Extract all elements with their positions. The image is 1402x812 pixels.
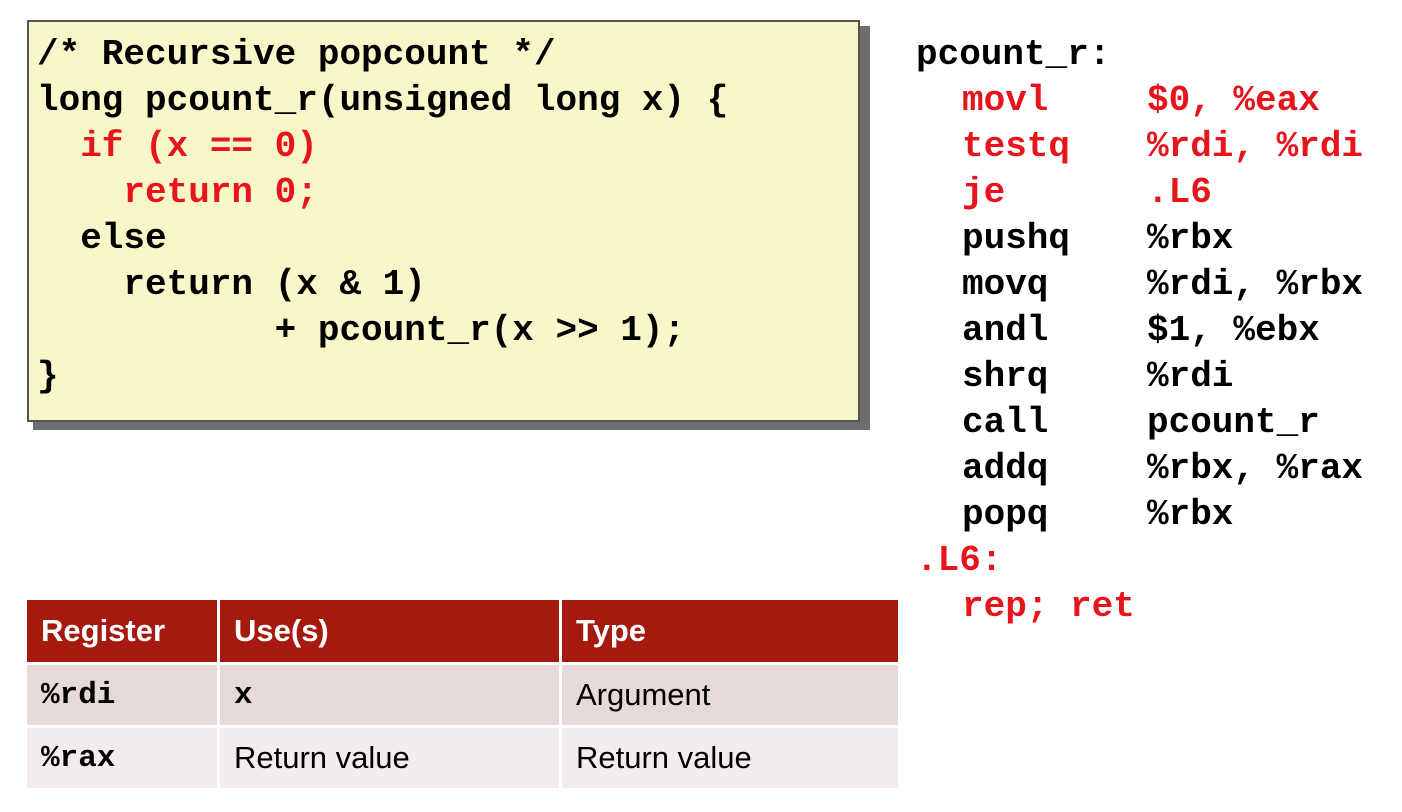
- asm-opcode: popq: [962, 494, 1049, 535]
- asm-instruction: testq %rdi, %rdi: [962, 124, 1363, 170]
- c-code-line: long pcount_r(unsigned long x) {: [37, 80, 729, 121]
- column-header-uses: Use(s): [218, 600, 562, 665]
- asm-instruction: popq %rbx: [962, 492, 1233, 538]
- asm-operands: $1, %ebx: [1147, 310, 1320, 351]
- asm-operands: pcount_r: [1147, 402, 1320, 443]
- c-code-line-highlighted: if (x == 0): [37, 126, 318, 167]
- type-cell: Argument: [560, 663, 898, 728]
- c-code-line: else: [37, 218, 167, 259]
- asm-operands: %rbx, %rax: [1147, 448, 1364, 489]
- asm-instruction: movl $0, %eax: [962, 78, 1320, 124]
- asm-instruction: andl $1, %ebx: [962, 308, 1320, 354]
- register-table: Register Use(s) Type %rdi x Argument %ra…: [27, 600, 898, 791]
- asm-instruction: movq %rdi, %rbx: [962, 262, 1363, 308]
- c-code-line: return (x & 1): [37, 264, 426, 305]
- asm-operands: %rdi, %rbx: [1147, 264, 1364, 305]
- asm-opcode: je: [962, 172, 1006, 213]
- asm-opcode: shrq: [962, 356, 1049, 397]
- asm-instruction: shrq %rdi: [962, 354, 1233, 400]
- register-cell: %rax: [27, 726, 220, 791]
- column-header-type: Type: [560, 600, 898, 665]
- register-cell: %rdi: [27, 663, 220, 728]
- asm-operands: %rbx: [1147, 218, 1234, 259]
- type-cell: Return value: [560, 726, 898, 791]
- asm-operands: $0, %eax: [1147, 80, 1320, 121]
- asm-function-label: pcount_r:: [916, 34, 1111, 75]
- asm-return-instruction: rep; ret: [962, 586, 1135, 627]
- asm-operands: %rdi: [1147, 356, 1234, 397]
- asm-instruction: addq %rbx, %rax: [962, 446, 1363, 492]
- asm-opcode: call: [962, 402, 1049, 443]
- table-header-row: Register Use(s) Type: [27, 600, 898, 665]
- asm-branch-label: .L6:: [916, 540, 1003, 581]
- asm-opcode: testq: [962, 126, 1071, 167]
- asm-instruction: call pcount_r: [962, 400, 1320, 446]
- asm-operands: %rbx: [1147, 494, 1234, 535]
- asm-instruction: je .L6: [962, 170, 1212, 216]
- asm-opcode: pushq: [962, 218, 1071, 259]
- asm-operands: %rdi, %rdi: [1147, 126, 1364, 167]
- table-row: %rdi x Argument: [27, 663, 898, 728]
- column-header-register: Register: [27, 600, 220, 665]
- asm-opcode: andl: [962, 310, 1049, 351]
- uses-cell: x: [218, 663, 562, 728]
- asm-opcode: movq: [962, 264, 1049, 305]
- asm-instruction: rep; ret: [962, 584, 1135, 630]
- c-code-box: /* Recursive popcount */ long pcount_r(u…: [27, 20, 860, 422]
- asm-opcode: addq: [962, 448, 1049, 489]
- c-code-line: }: [37, 356, 59, 397]
- asm-instruction: pushq %rbx: [962, 216, 1233, 262]
- c-code-line: + pcount_r(x >> 1);: [37, 310, 686, 351]
- table-row: %rax Return value Return value: [27, 726, 898, 791]
- c-code-line-highlighted: return 0;: [37, 172, 318, 213]
- asm-operands: .L6: [1147, 172, 1212, 213]
- asm-opcode: movl: [962, 80, 1049, 121]
- c-code-line: /* Recursive popcount */: [37, 34, 556, 75]
- uses-cell: Return value: [218, 726, 562, 791]
